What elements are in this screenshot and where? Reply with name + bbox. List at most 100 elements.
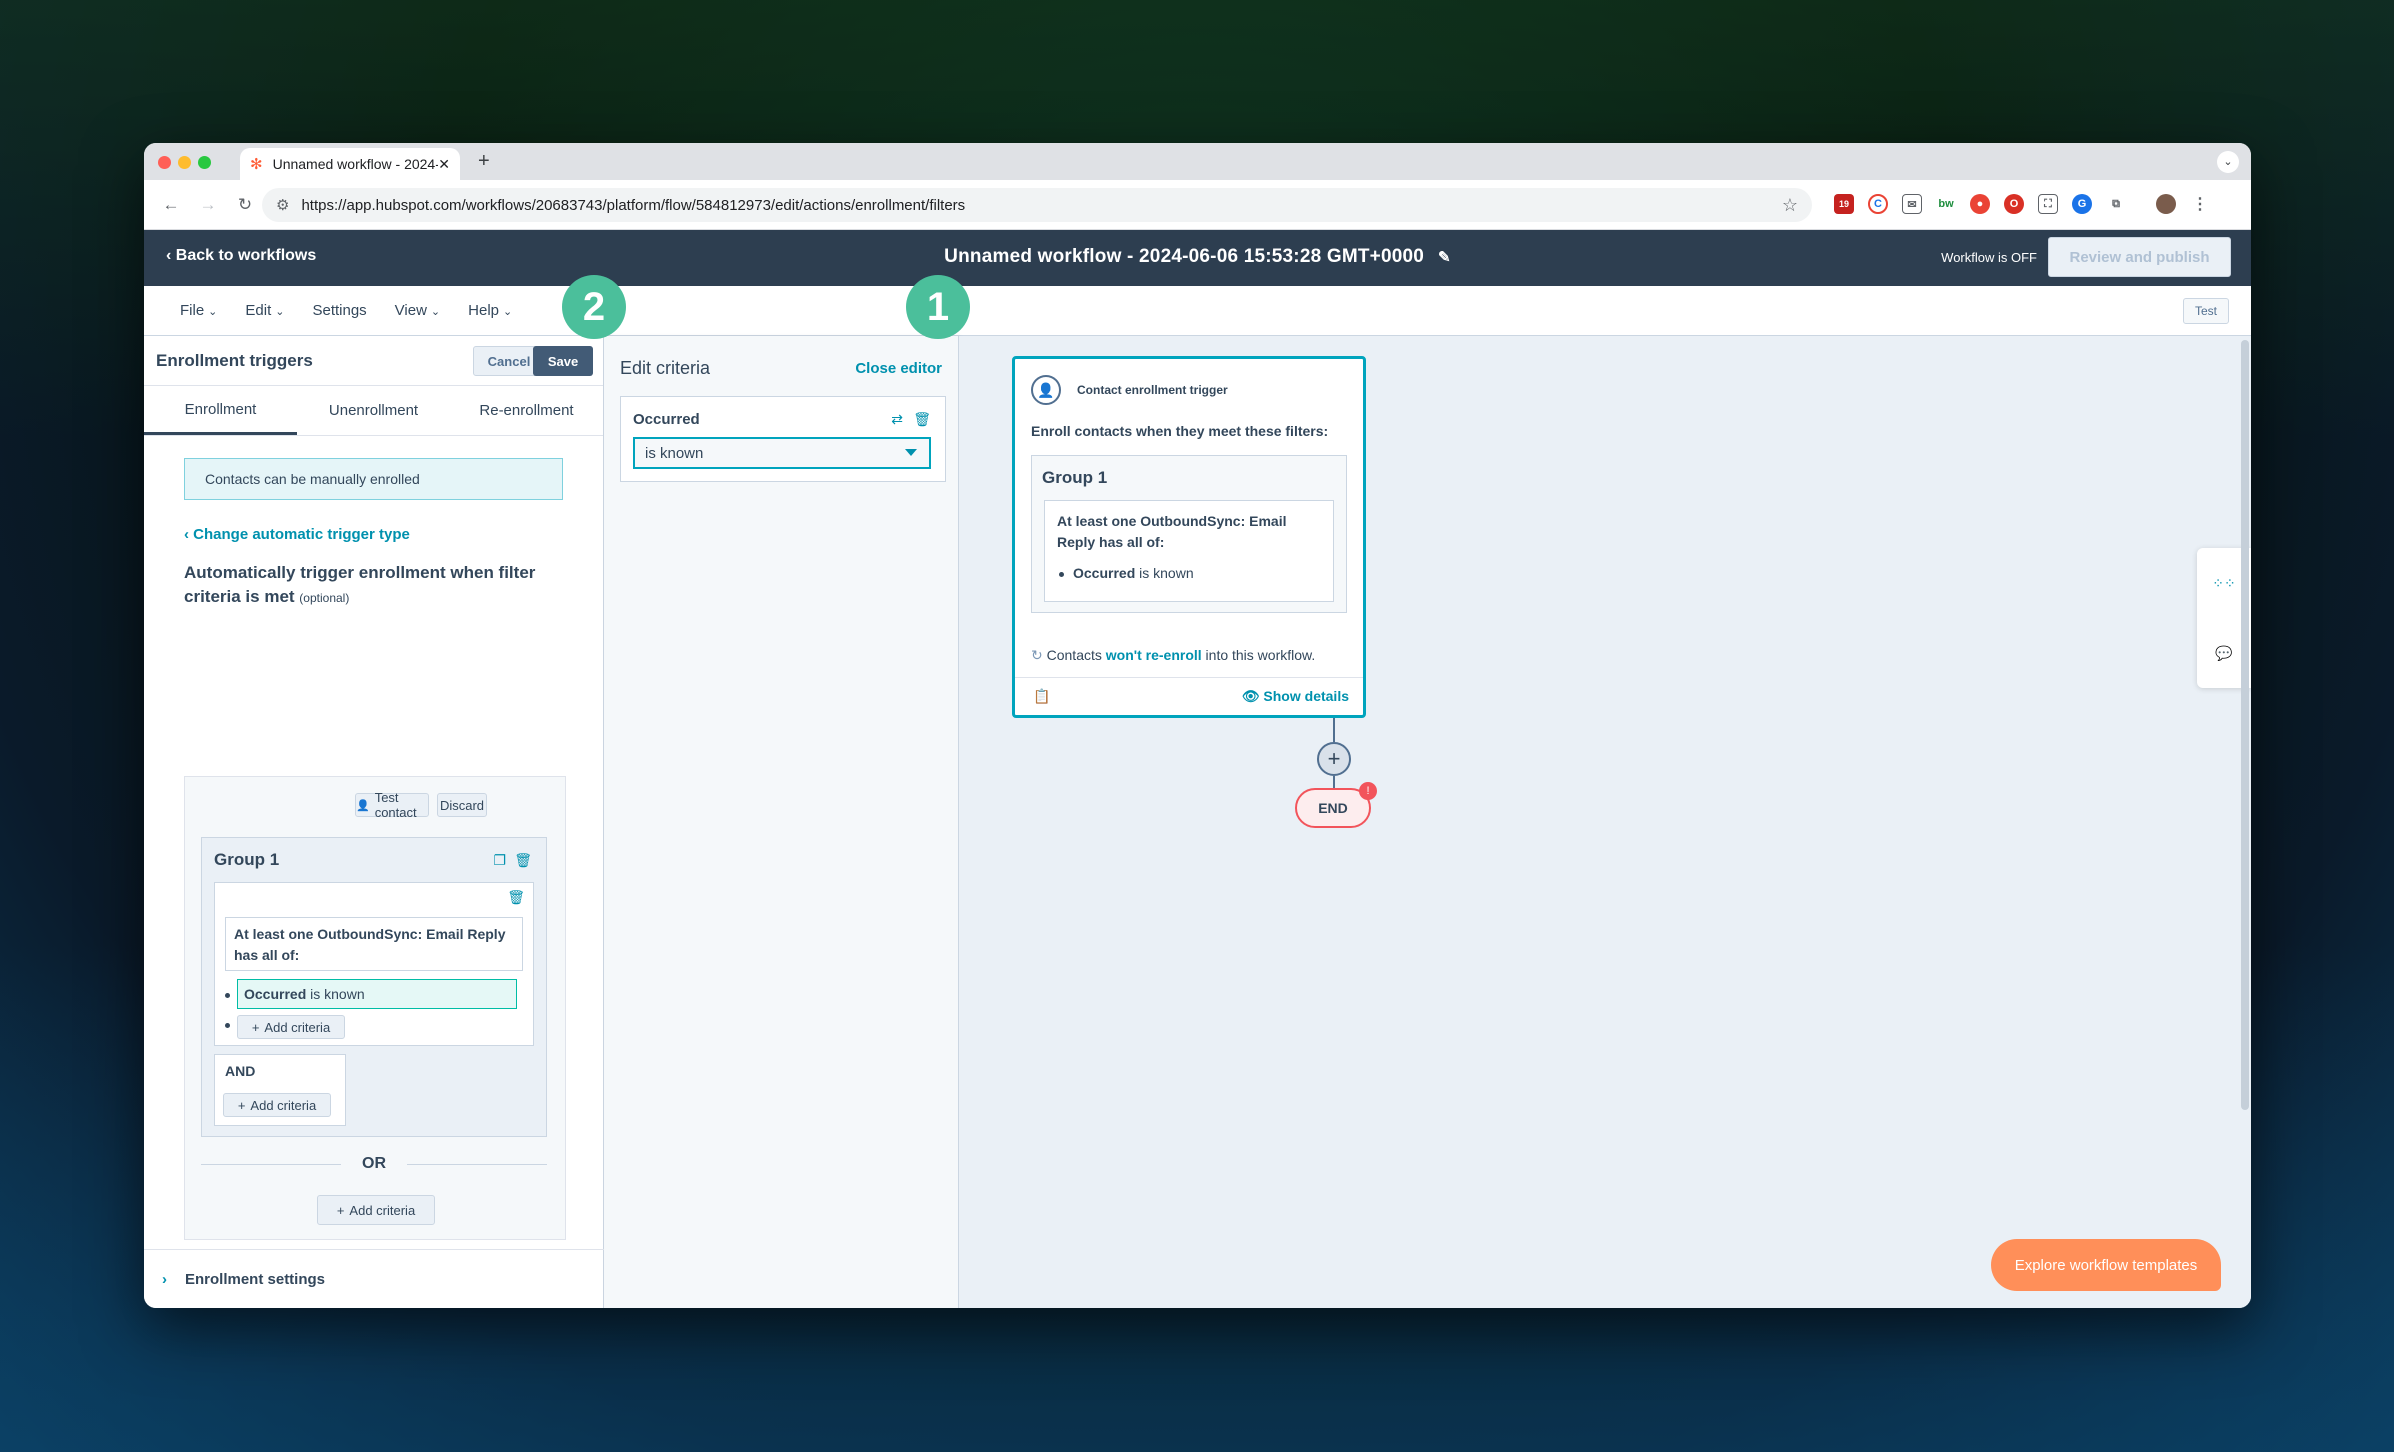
bookmark-star-icon[interactable]: ☆ bbox=[1782, 195, 1798, 216]
auto-trigger-text: Automatically trigger enrollment when fi… bbox=[184, 563, 536, 606]
condition-text: At least one OutboundSync: Email Reply h… bbox=[225, 917, 523, 971]
panel-header: Enrollment triggers Cancel Save bbox=[144, 336, 603, 386]
close-editor-link[interactable]: Close editor bbox=[855, 360, 942, 377]
add-criteria-button[interactable]: + Add criteria bbox=[223, 1093, 331, 1117]
chrome-extension-icon[interactable]: C bbox=[1868, 194, 1888, 214]
bw-extension-icon[interactable]: bw bbox=[1936, 194, 1956, 214]
url-text: https://app.hubspot.com/workflows/206837… bbox=[301, 196, 966, 214]
new-tab-icon[interactable]: + bbox=[478, 150, 490, 173]
card-criteria-operator: is known bbox=[1139, 565, 1194, 581]
change-trigger-label: Change automatic trigger type bbox=[193, 526, 410, 543]
site-settings-icon[interactable]: ⚙ bbox=[276, 196, 289, 214]
contact-icon: 👤 bbox=[1031, 375, 1061, 405]
plus-icon: + bbox=[336, 1202, 345, 1218]
add-criteria-button[interactable]: + Add criteria bbox=[237, 1015, 345, 1039]
bullet bbox=[225, 993, 230, 998]
clipboard-icon[interactable]: 📋 bbox=[1033, 688, 1050, 705]
close-tab-icon[interactable]: ✕ bbox=[438, 156, 450, 173]
trash-icon[interactable]: 🗑 bbox=[507, 889, 525, 906]
edit-criteria-panel: Edit criteria Close editor Occurred ⇄ 🗑 … bbox=[604, 336, 959, 1308]
reenroll-pre: Contacts bbox=[1046, 647, 1102, 663]
show-details-link[interactable]: 👁 Show details bbox=[1242, 688, 1349, 705]
panel-title: Enrollment triggers bbox=[156, 350, 313, 370]
explore-templates-button[interactable]: Explore workflow templates bbox=[1991, 1239, 2221, 1291]
globe-extension-icon[interactable]: G bbox=[2072, 194, 2092, 214]
browser-menu-icon[interactable]: ⋮ bbox=[2190, 194, 2210, 214]
mail-extension-icon[interactable]: ✉ bbox=[1902, 194, 1922, 214]
screenshot-extension-icon[interactable]: ⛶ bbox=[2038, 194, 2058, 214]
forward-arrow-icon[interactable]: → bbox=[198, 195, 218, 215]
menu-help[interactable]: Help ⌄ bbox=[468, 302, 512, 319]
save-button[interactable]: Save bbox=[533, 346, 593, 376]
add-criteria-button[interactable]: + Add criteria bbox=[317, 1195, 435, 1225]
profile-avatar[interactable] bbox=[2156, 194, 2176, 214]
opera-extension-icon[interactable]: O bbox=[2004, 194, 2024, 214]
pokeball-extension-icon[interactable]: ● bbox=[1970, 194, 1990, 214]
workflow-title[interactable]: Unnamed workflow - 2024-06-06 15:53:28 G… bbox=[144, 246, 2251, 268]
extension-badge: 19 bbox=[1838, 199, 1849, 209]
plus-icon: + bbox=[1327, 746, 1341, 771]
card-criteria-property: Occurred bbox=[1073, 565, 1136, 581]
workflow-canvas[interactable]: 👤 Contact enrollment trigger Enroll cont… bbox=[959, 336, 2251, 1308]
card-footer: 📋 👁 Show details bbox=[1015, 677, 1363, 715]
reenroll-link[interactable]: won't re-enroll bbox=[1106, 647, 1202, 663]
menu-view[interactable]: View ⌄ bbox=[395, 302, 440, 319]
url-field[interactable]: ⚙ https://app.hubspot.com/workflows/2068… bbox=[262, 188, 1812, 222]
auto-trigger-heading: Automatically trigger enrollment when fi… bbox=[184, 561, 563, 610]
change-trigger-type-link[interactable]: ‹ Change automatic trigger type bbox=[184, 526, 603, 543]
enrollment-settings-toggle[interactable]: › Enrollment settings bbox=[144, 1249, 604, 1308]
pencil-edit-icon[interactable]: ✎ bbox=[1438, 249, 1451, 266]
card-condition-text: At least one OutboundSync: Email Reply h… bbox=[1057, 513, 1287, 550]
refresh-icon: ↻ bbox=[1031, 647, 1043, 663]
workflow-header: ‹ Back to workflows Unnamed workflow - 2… bbox=[144, 230, 2251, 286]
trigger-tabs: Enrollment Unenrollment Re-enrollment bbox=[144, 386, 603, 436]
caret-down-icon bbox=[905, 449, 917, 456]
menu-edit[interactable]: Edit ⌄ bbox=[245, 302, 284, 319]
criteria-occurred[interactable]: Occurred is known bbox=[237, 979, 517, 1009]
criteria-operator: is known bbox=[310, 986, 365, 1002]
workflow-status: Workflow is OFF bbox=[1941, 250, 2037, 265]
tab-re-enrollment[interactable]: Re-enrollment bbox=[450, 386, 603, 435]
connector-line bbox=[1333, 776, 1335, 788]
minimize-window-icon[interactable] bbox=[178, 156, 191, 169]
tab-search-icon[interactable]: ⌄ bbox=[2217, 151, 2239, 173]
test-button[interactable]: Test bbox=[2183, 298, 2229, 324]
criteria-field-label: Occurred bbox=[633, 411, 700, 428]
discard-button[interactable]: Discard bbox=[437, 793, 487, 817]
bullet bbox=[225, 1023, 230, 1028]
enrollment-trigger-card[interactable]: 👤 Contact enrollment trigger Enroll cont… bbox=[1012, 356, 1366, 718]
chevron-down-icon: ⌄ bbox=[208, 306, 218, 318]
menu-bar: File ⌄ Edit ⌄ Settings View ⌄ Help ⌄ Test bbox=[144, 286, 2251, 336]
tab-enrollment[interactable]: Enrollment bbox=[144, 386, 297, 435]
edit-criteria-title: Edit criteria bbox=[620, 358, 711, 378]
trash-icon[interactable]: 🗑 bbox=[913, 411, 931, 428]
add-action-button[interactable]: + bbox=[1317, 742, 1351, 776]
close-window-icon[interactable] bbox=[158, 156, 171, 169]
browser-tab[interactable]: ✻ Unnamed workflow - 2024-0 ✕ bbox=[240, 148, 460, 180]
step-badge-2: 2 bbox=[562, 275, 626, 339]
maximize-window-icon[interactable] bbox=[198, 156, 211, 169]
calendar-extension-icon[interactable]: 19 bbox=[1834, 194, 1854, 214]
eye-icon: 👁 bbox=[1241, 688, 1264, 704]
menu-file-label: File bbox=[180, 302, 205, 319]
swap-icon[interactable]: ⇄ bbox=[891, 411, 903, 428]
filter-group: Group 1 ❐ 🗑 🗑 At least one OutboundSync:… bbox=[201, 837, 547, 1137]
puzzle-extensions-icon[interactable]: ⧉ bbox=[2106, 194, 2126, 214]
test-contact-button[interactable]: 👤 Test contact bbox=[355, 790, 429, 820]
canvas-scrollbar[interactable] bbox=[2241, 340, 2249, 1110]
browser-window: ✻ Unnamed workflow - 2024-0 ✕ + ⌄ ← → ↻ … bbox=[144, 143, 2251, 1308]
menu-settings[interactable]: Settings bbox=[312, 302, 366, 319]
clone-icon[interactable]: ❐ bbox=[493, 852, 506, 869]
and-block: AND + Add criteria bbox=[214, 1054, 346, 1126]
review-and-publish-button[interactable]: Review and publish bbox=[2048, 237, 2231, 277]
menu-help-label: Help bbox=[468, 302, 499, 319]
plus-icon: + bbox=[251, 1019, 260, 1035]
menu-file[interactable]: File ⌄ bbox=[180, 302, 217, 319]
extensions-bar: 19 C ✉ bw ● O ⛶ G ⧉ ⋮ bbox=[1834, 194, 2210, 214]
operator-select[interactable]: is known bbox=[633, 437, 931, 469]
reenroll-note: ↻ Contacts won't re-enroll into this wor… bbox=[1031, 647, 1315, 664]
trash-icon[interactable]: 🗑 bbox=[514, 852, 532, 869]
back-arrow-icon[interactable]: ← bbox=[161, 195, 181, 215]
reload-icon[interactable]: ↻ bbox=[235, 195, 255, 215]
tab-unenrollment[interactable]: Unenrollment bbox=[297, 386, 450, 435]
